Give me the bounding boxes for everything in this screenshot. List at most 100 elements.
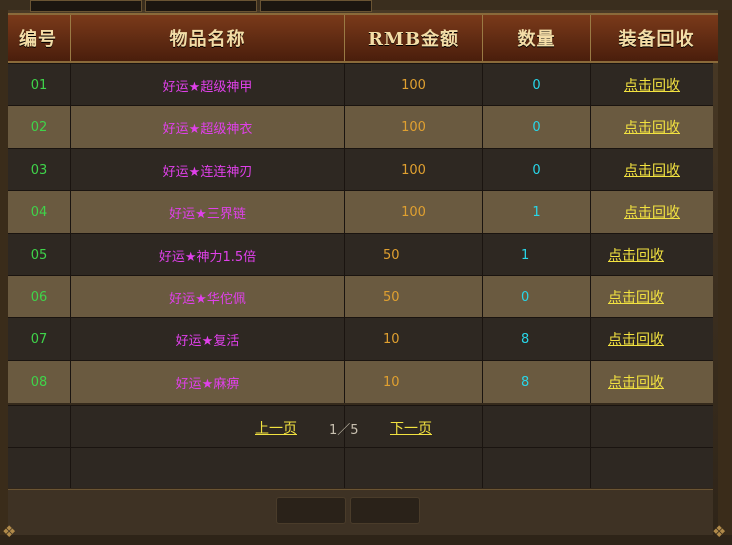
row-amount-cell: 100 bbox=[344, 149, 482, 191]
recycle-link-cell: 点击回收 bbox=[590, 191, 713, 233]
recycle-link[interactable]: 点击回收 bbox=[624, 202, 680, 222]
row-id: 02 bbox=[30, 119, 48, 135]
row-amount-cell: 10 bbox=[344, 318, 482, 360]
row-id: 03 bbox=[30, 162, 48, 178]
row-id: 05 bbox=[30, 247, 48, 263]
row-quantity: 0 bbox=[532, 162, 541, 178]
table-row: 06 好运★华佗佩 50 0 点击回收 bbox=[8, 275, 713, 318]
row-amount: 100 bbox=[401, 77, 426, 93]
table-header: 编号 物品名称 RMB金额 数量 装备回收 bbox=[4, 13, 724, 63]
recycle-link[interactable]: 点击回收 bbox=[624, 75, 680, 95]
row-item-name: 好运★超级神甲 bbox=[162, 79, 253, 95]
row-id-cell: 03 bbox=[8, 149, 70, 191]
table-row: 08 好运★麻痹 10 8 点击回收 bbox=[8, 360, 713, 403]
empty-row bbox=[8, 447, 713, 488]
row-amount: 50 bbox=[383, 289, 400, 305]
row-quantity-cell: 0 bbox=[482, 106, 590, 148]
row-quantity: 0 bbox=[521, 289, 530, 305]
prev-page-link[interactable]: 上一页 bbox=[255, 418, 297, 438]
empty-cell bbox=[8, 448, 70, 488]
right-border bbox=[718, 10, 732, 535]
table-row: 04 好运★三界链 100 1 点击回收 bbox=[8, 190, 713, 233]
row-item-name: 好运★神力1.5倍 bbox=[158, 249, 257, 265]
recycle-link-cell: 点击回收 bbox=[590, 149, 713, 191]
row-quantity: 0 bbox=[532, 77, 541, 93]
table-row: 02 好运★超级神衣 100 0 点击回收 bbox=[8, 105, 713, 148]
recycle-link-cell: 点击回收 bbox=[590, 318, 713, 360]
recycle-link[interactable]: 点击回收 bbox=[608, 287, 664, 307]
row-item-name-cell: 好运★三界链 bbox=[70, 191, 344, 233]
row-amount-cell: 100 bbox=[344, 106, 482, 148]
recycle-link[interactable]: 点击回收 bbox=[624, 160, 680, 180]
row-amount: 100 bbox=[401, 162, 426, 178]
table-row: 07 好运★复活 10 8 点击回收 bbox=[8, 317, 713, 360]
row-item-name-cell: 好运★华佗佩 bbox=[70, 276, 344, 318]
row-item-name-cell: 好运★超级神甲 bbox=[70, 64, 344, 106]
corner-ornament-icon: ❖ bbox=[2, 522, 17, 541]
pager-empty-cell bbox=[482, 406, 590, 448]
row-id-cell: 01 bbox=[8, 64, 70, 106]
top-tab bbox=[30, 0, 142, 12]
row-amount: 10 bbox=[383, 374, 400, 390]
left-border bbox=[0, 10, 8, 535]
row-id: 06 bbox=[30, 289, 48, 305]
recycle-link[interactable]: 点击回收 bbox=[608, 245, 664, 265]
row-item-name-cell: 好运★连连神刃 bbox=[70, 149, 344, 191]
row-id-cell: 08 bbox=[8, 361, 70, 403]
header-rmb-amount: RMB金额 bbox=[344, 15, 482, 61]
row-quantity: 1 bbox=[521, 247, 530, 263]
row-quantity-cell: 1 bbox=[482, 234, 590, 276]
page-indicator: 1／5 bbox=[329, 423, 359, 438]
bottom-button-slot[interactable] bbox=[276, 497, 346, 524]
pager-empty-cell bbox=[8, 406, 70, 448]
row-item-name-cell: 好运★神力1.5倍 bbox=[70, 234, 344, 276]
row-item-name: 好运★麻痹 bbox=[175, 376, 240, 392]
recycle-link[interactable]: 点击回收 bbox=[608, 372, 664, 392]
header-item-name: 物品名称 bbox=[70, 15, 344, 61]
pager-cell bbox=[70, 406, 344, 448]
row-id-cell: 06 bbox=[8, 276, 70, 318]
pager-row bbox=[8, 405, 713, 448]
empty-cell bbox=[590, 448, 713, 488]
row-id: 08 bbox=[30, 374, 48, 390]
row-amount-cell: 100 bbox=[344, 191, 482, 233]
row-amount: 100 bbox=[401, 204, 426, 220]
row-amount: 100 bbox=[401, 119, 426, 135]
row-id: 01 bbox=[30, 77, 48, 93]
row-item-name: 好运★复活 bbox=[175, 333, 240, 349]
row-quantity: 8 bbox=[521, 331, 530, 347]
row-id: 07 bbox=[30, 331, 48, 347]
row-item-name: 好运★连连神刃 bbox=[162, 164, 253, 180]
row-quantity-cell: 0 bbox=[482, 276, 590, 318]
row-id-cell: 05 bbox=[8, 234, 70, 276]
row-id-cell: 02 bbox=[8, 106, 70, 148]
row-item-name: 好运★三界链 bbox=[169, 206, 246, 222]
table-row: 01 好运★超级神甲 100 0 点击回收 bbox=[8, 63, 713, 106]
row-item-name-cell: 好运★超级神衣 bbox=[70, 106, 344, 148]
recycle-link-cell: 点击回收 bbox=[590, 276, 713, 318]
header-id: 编号 bbox=[6, 15, 70, 61]
row-quantity-cell: 8 bbox=[482, 318, 590, 360]
recycle-link-cell: 点击回收 bbox=[590, 64, 713, 106]
top-tab bbox=[260, 0, 372, 12]
row-item-name-cell: 好运★复活 bbox=[70, 318, 344, 360]
row-id: 04 bbox=[30, 204, 48, 220]
recycle-link[interactable]: 点击回收 bbox=[608, 329, 664, 349]
recycle-link[interactable]: 点击回收 bbox=[624, 117, 680, 137]
row-amount-cell: 50 bbox=[344, 234, 482, 276]
header-recycle: 装备回收 bbox=[590, 15, 722, 61]
row-id-cell: 07 bbox=[8, 318, 70, 360]
row-amount: 50 bbox=[383, 247, 400, 263]
row-item-name: 好运★华佗佩 bbox=[169, 291, 246, 307]
row-id-cell: 04 bbox=[8, 191, 70, 233]
recycle-link-cell: 点击回收 bbox=[590, 361, 713, 403]
bottom-button-slot[interactable] bbox=[350, 497, 420, 524]
row-item-name-cell: 好运★麻痹 bbox=[70, 361, 344, 403]
next-page-link[interactable]: 下一页 bbox=[390, 418, 432, 438]
row-amount: 10 bbox=[383, 331, 400, 347]
recycle-link-cell: 点击回收 bbox=[590, 106, 713, 148]
row-amount-cell: 100 bbox=[344, 64, 482, 106]
table-row: 03 好运★连连神刃 100 0 点击回收 bbox=[8, 148, 713, 191]
pager-empty-cell bbox=[590, 406, 713, 448]
header-quantity: 数量 bbox=[482, 15, 590, 61]
